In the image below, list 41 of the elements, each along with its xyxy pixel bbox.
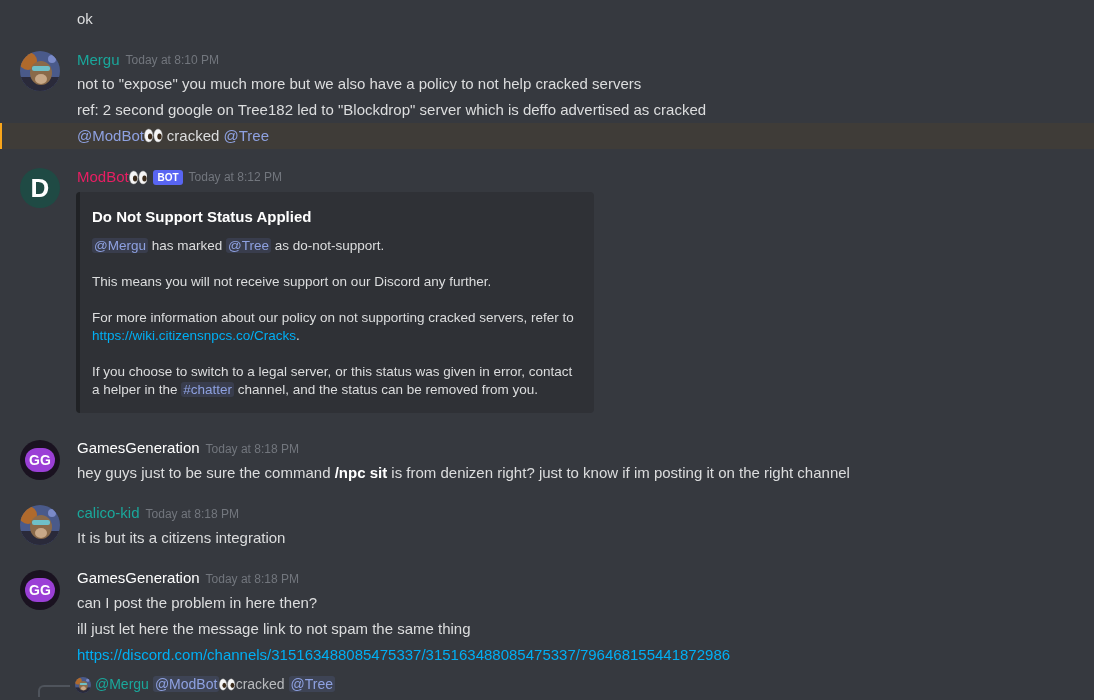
timestamp: Today at 8:18 PM — [145, 505, 239, 523]
timestamp: Today at 8:10 PM — [125, 52, 219, 69]
embed-paragraph: This means you will not receive support on our Discord any further. — [92, 272, 493, 291]
embed-paragraph: If you choose to switch to a legal server, or this status was given in error, contact a helper in the #chatter channel, and the status can be removed from you. — [92, 362, 574, 399]
username[interactable]: calico-kid — [77, 502, 140, 525]
link[interactable]: https://discord.com/channels/315163488085475337/315163488085475337/796468155441872986 — [77, 645, 731, 663]
user-mention[interactable]: #chatter — [181, 381, 235, 397]
message-text: ok — [77, 9, 94, 29]
bot-tag: BOT — [153, 169, 183, 185]
timestamp: Today at 8:18 PM — [205, 440, 299, 458]
avatar[interactable]: GG — [20, 569, 60, 610]
username[interactable]: GamesGeneration — [77, 437, 200, 460]
embed-paragraph: For more information about our policy on not supporting cracked servers, refer to https://wiki.citizensnpcs.co/Cracks. — [92, 308, 575, 345]
username[interactable]: Mergu — [77, 48, 120, 72]
timestamp: Today at 8:18 PM — [205, 570, 299, 588]
message-text: can I post the problem in here then? — [77, 592, 319, 613]
user-mention[interactable]: @Tree — [226, 237, 271, 253]
message-text: It is but its a citizens integration — [77, 527, 287, 548]
avatar[interactable]: GG — [20, 439, 60, 480]
reply-author[interactable]: @Mergu — [95, 674, 149, 695]
avatar-letter: D — [30, 175, 50, 201]
embed-title: Do Not Support Status Applied — [92, 207, 313, 227]
embed-paragraph: @Mergu has marked @Tree as do-not-support. — [92, 236, 386, 255]
eyes-icon — [219, 678, 236, 691]
avatar-initials: GG — [25, 447, 55, 472]
message-text: hey guys just to be sure the command /npc sit is from denizen right? just to know if im posting it on the right channel — [77, 462, 851, 483]
reply-connector — [38, 684, 70, 697]
avatar-initials: GG — [25, 577, 55, 602]
user-mention[interactable]: @Tree — [223, 127, 270, 144]
timestamp: Today at 8:12 PM — [188, 169, 282, 186]
reply-preview[interactable]: @ModBot cracked @Tree — [152, 674, 336, 695]
eyes-icon — [143, 128, 163, 143]
user-mention[interactable]: @ModBot — [77, 127, 144, 144]
message-text: ref: 2 second google on Tree182 led to "Blockdrop" server which is deffo advertised as cracked — [77, 100, 708, 120]
username[interactable]: ModBot — [77, 165, 129, 189]
message-text: not to "expose" you much more but we also have a policy to not help cracked servers — [77, 74, 643, 94]
username[interactable]: GamesGeneration — [77, 567, 200, 590]
user-mention[interactable]: @Mergu — [92, 237, 148, 253]
avatar[interactable]: D — [20, 168, 60, 208]
message-text: ill just let here the message link to not spam the same thing — [77, 618, 472, 639]
highlighted-message: @ModBot cracked @Tree — [0, 123, 1094, 149]
